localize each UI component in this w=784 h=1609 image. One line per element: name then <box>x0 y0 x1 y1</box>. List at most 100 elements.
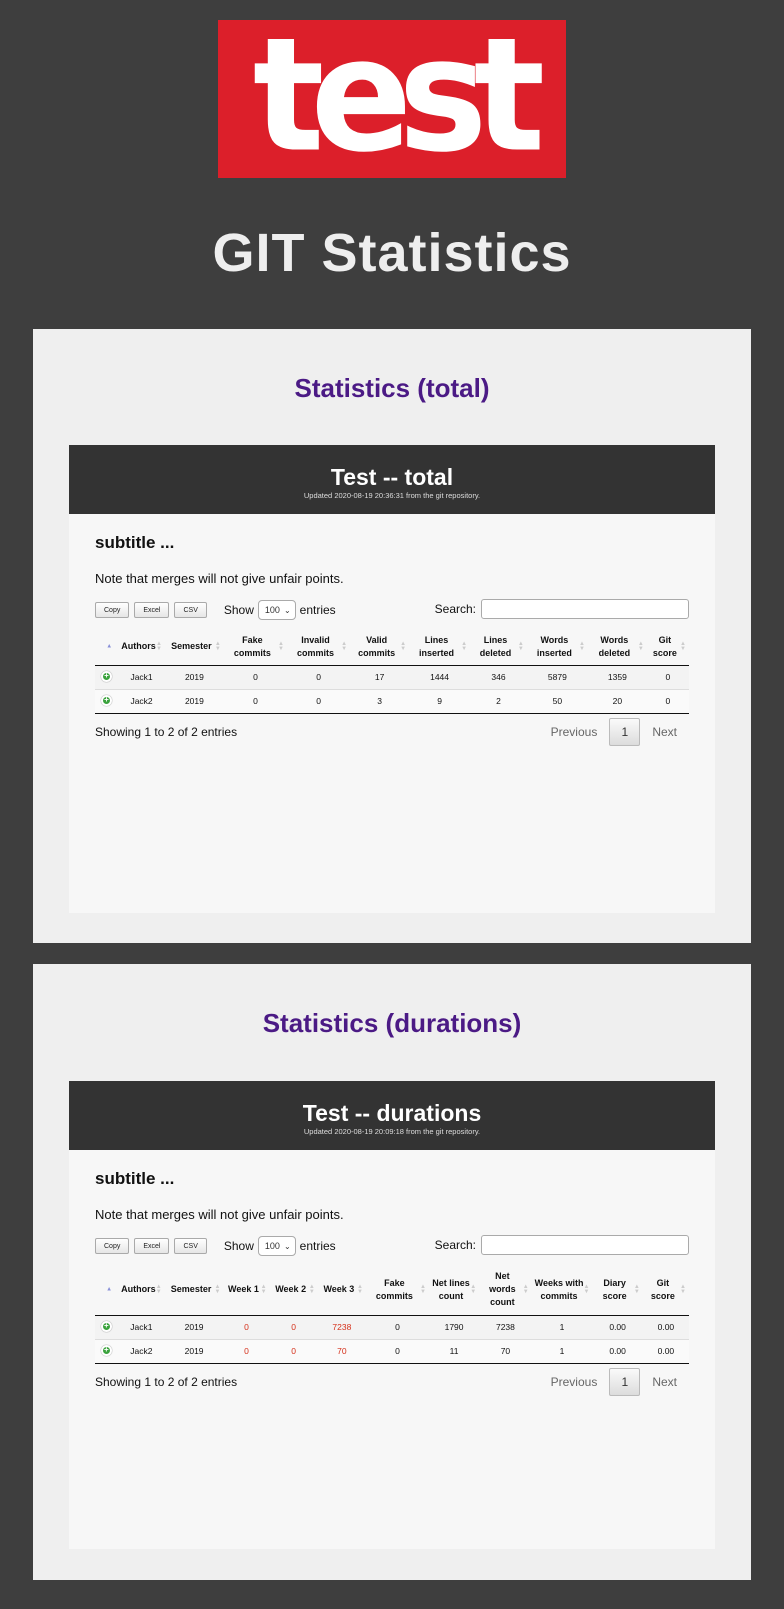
cell: 0 <box>646 689 689 714</box>
sort-icon: ▲ ▼ <box>578 640 585 652</box>
sort-icon: ▲ ▼ <box>680 640 686 652</box>
note: Note that merges will not give unfair po… <box>95 571 344 586</box>
sort-icon: ▲ ▼ <box>214 640 221 652</box>
cell: 0 <box>223 1339 270 1364</box>
cell: 3 <box>350 689 410 714</box>
cell: 0 <box>646 665 689 690</box>
csv-button[interactable]: CSV <box>174 602 207 618</box>
sort-icon: ▲ ▼ <box>308 1283 315 1295</box>
panel-header: Test -- durations Updated 2020-08-19 20:… <box>69 1081 715 1150</box>
panel-title: Test -- total <box>330 464 454 490</box>
cell: 0.00 <box>642 1339 689 1364</box>
sort-icon: ▲ ▼ <box>637 640 644 652</box>
column-header[interactable]: Week 3 ▲ ▼ <box>317 1265 366 1316</box>
cell: 2019 <box>164 1339 224 1364</box>
column-header[interactable]: Fake commits ▲ ▼ <box>223 629 287 666</box>
cell: 346 <box>470 665 527 690</box>
column-header[interactable]: Valid commits ▲ ▼ <box>350 629 410 666</box>
subtitle: subtitle ... <box>95 1169 175 1188</box>
column-header[interactable]: Net words count ▲ ▼ <box>479 1265 532 1316</box>
cell: 11 <box>428 1339 480 1364</box>
cell: 70 <box>479 1339 532 1364</box>
cell: Jack1 <box>118 665 165 690</box>
sort-icon: ▲ ▼ <box>583 1283 590 1295</box>
previous-button[interactable]: Previous <box>539 725 610 739</box>
search: Search: <box>435 1235 689 1255</box>
cell: 5879 <box>526 665 588 690</box>
cell: 1444 <box>409 665 471 690</box>
cell: 2019 <box>164 689 224 714</box>
page-button[interactable]: 1 <box>609 1367 641 1396</box>
panel-title: Test -- durations <box>302 1100 482 1126</box>
column-header[interactable]: Net lines count ▲ ▼ <box>428 1265 480 1316</box>
subtitle: subtitle ... <box>95 533 175 552</box>
next-button[interactable]: Next <box>640 1375 689 1389</box>
column-header[interactable]: Git score ▲ ▼ <box>646 629 689 666</box>
excel-button[interactable]: Excel <box>134 602 170 618</box>
sort-icon: ▲ ▼ <box>680 1283 686 1295</box>
column-header[interactable]: Authors ▲ ▼ <box>118 1265 165 1316</box>
cell: Jack2 <box>118 689 165 714</box>
column-header[interactable]: Diary score ▲ ▼ <box>592 1265 643 1316</box>
entries-select-value: 100 <box>264 1241 280 1251</box>
column-header[interactable]: Fake commits ▲ ▼ <box>365 1265 429 1316</box>
column-header[interactable]: Week 2 ▲ ▼ <box>269 1265 318 1316</box>
show-label: Show <box>223 1239 254 1253</box>
column-header[interactable]: Lines deleted ▲ ▼ <box>470 629 527 666</box>
copy-button[interactable]: Copy <box>95 1238 130 1254</box>
column-header[interactable]: Semester ▲ ▼ <box>164 629 224 666</box>
cell: 7238 <box>479 1315 532 1340</box>
column-header[interactable]: Words inserted ▲ ▼ <box>526 629 588 666</box>
expand-row-icon[interactable] <box>101 694 113 706</box>
panel-updated: Updated 2020-08-19 20:09:18 from the git… <box>303 1127 481 1136</box>
cell: 0 <box>223 689 287 714</box>
cell: 2019 <box>164 665 224 690</box>
column-header[interactable]: Git score ▲ ▼ <box>642 1265 689 1316</box>
table-info: Showing 1 to 2 of 2 entries <box>95 724 238 739</box>
next-button[interactable]: Next <box>640 725 689 739</box>
expand-column-header[interactable]: ▲ <box>95 1265 119 1316</box>
table-footer: Showing 1 to 2 of 2 entries Previous 1 N… <box>95 1367 689 1397</box>
expand-row-icon[interactable] <box>101 670 113 682</box>
column-header[interactable]: Week 1 ▲ ▼ <box>223 1265 270 1316</box>
previous-button[interactable]: Previous <box>539 1375 610 1389</box>
column-header[interactable]: Weeks with commits ▲ ▼ <box>531 1265 593 1316</box>
expand-column-header[interactable]: ▲ <box>95 629 119 666</box>
table-controls: Copy Excel CSV Show 100 ⌄ entries Search: <box>95 599 689 621</box>
column-header[interactable]: Words deleted ▲ ▼ <box>587 629 647 666</box>
sort-icon: ▲ ▼ <box>400 640 407 652</box>
stats-table: ▲ Authors ▲ ▼ Semester ▲ ▼ Fake commits ▲ ▼ In… <box>95 629 689 714</box>
column-header[interactable]: Invalid commits ▲ ▼ <box>287 629 351 666</box>
table-info: Showing 1 to 2 of 2 entries <box>95 1374 238 1389</box>
page-button[interactable]: 1 <box>609 717 641 746</box>
cell: Jack1 <box>118 1315 165 1340</box>
show-label: Show <box>223 603 254 617</box>
search-input[interactable] <box>481 1235 689 1255</box>
table-controls: Copy Excel CSV Show 100 ⌄ entries Search: <box>95 1235 689 1257</box>
cell: 0.00 <box>592 1339 643 1364</box>
cell: Jack2 <box>118 1339 165 1364</box>
entries-select[interactable]: 100 ⌄ <box>257 1236 296 1256</box>
expand-row-icon[interactable] <box>101 1344 113 1356</box>
cell: 0 <box>269 1339 318 1364</box>
chevron-down-icon: ⌄ <box>283 1241 291 1251</box>
table-row: Jack1 2019 0 0 7238 0 1790 7238 1 0.00 0… <box>95 1315 689 1340</box>
cell: 2019 <box>164 1315 224 1340</box>
cell: 0 <box>223 1315 270 1340</box>
column-header[interactable]: Authors ▲ ▼ <box>118 629 165 666</box>
copy-button[interactable]: Copy <box>95 602 130 618</box>
entries-select[interactable]: 100 ⌄ <box>257 600 296 620</box>
cell: 70 <box>317 1339 366 1364</box>
cell: 0 <box>287 689 351 714</box>
cell: 0 <box>365 1339 429 1364</box>
sort-icon: ▲ ▼ <box>214 1283 221 1295</box>
excel-button[interactable]: Excel <box>134 1238 170 1254</box>
search-input[interactable] <box>481 599 689 619</box>
expand-row-icon[interactable] <box>101 1320 113 1332</box>
column-header[interactable]: Semester ▲ ▼ <box>164 1265 224 1316</box>
csv-button[interactable]: CSV <box>174 1238 207 1254</box>
search: Search: <box>435 599 689 619</box>
sort-icon: ▲ ▼ <box>278 640 284 652</box>
sort-asc-icon: ▲ <box>106 643 113 650</box>
column-header[interactable]: Lines inserted ▲ ▼ <box>409 629 471 666</box>
